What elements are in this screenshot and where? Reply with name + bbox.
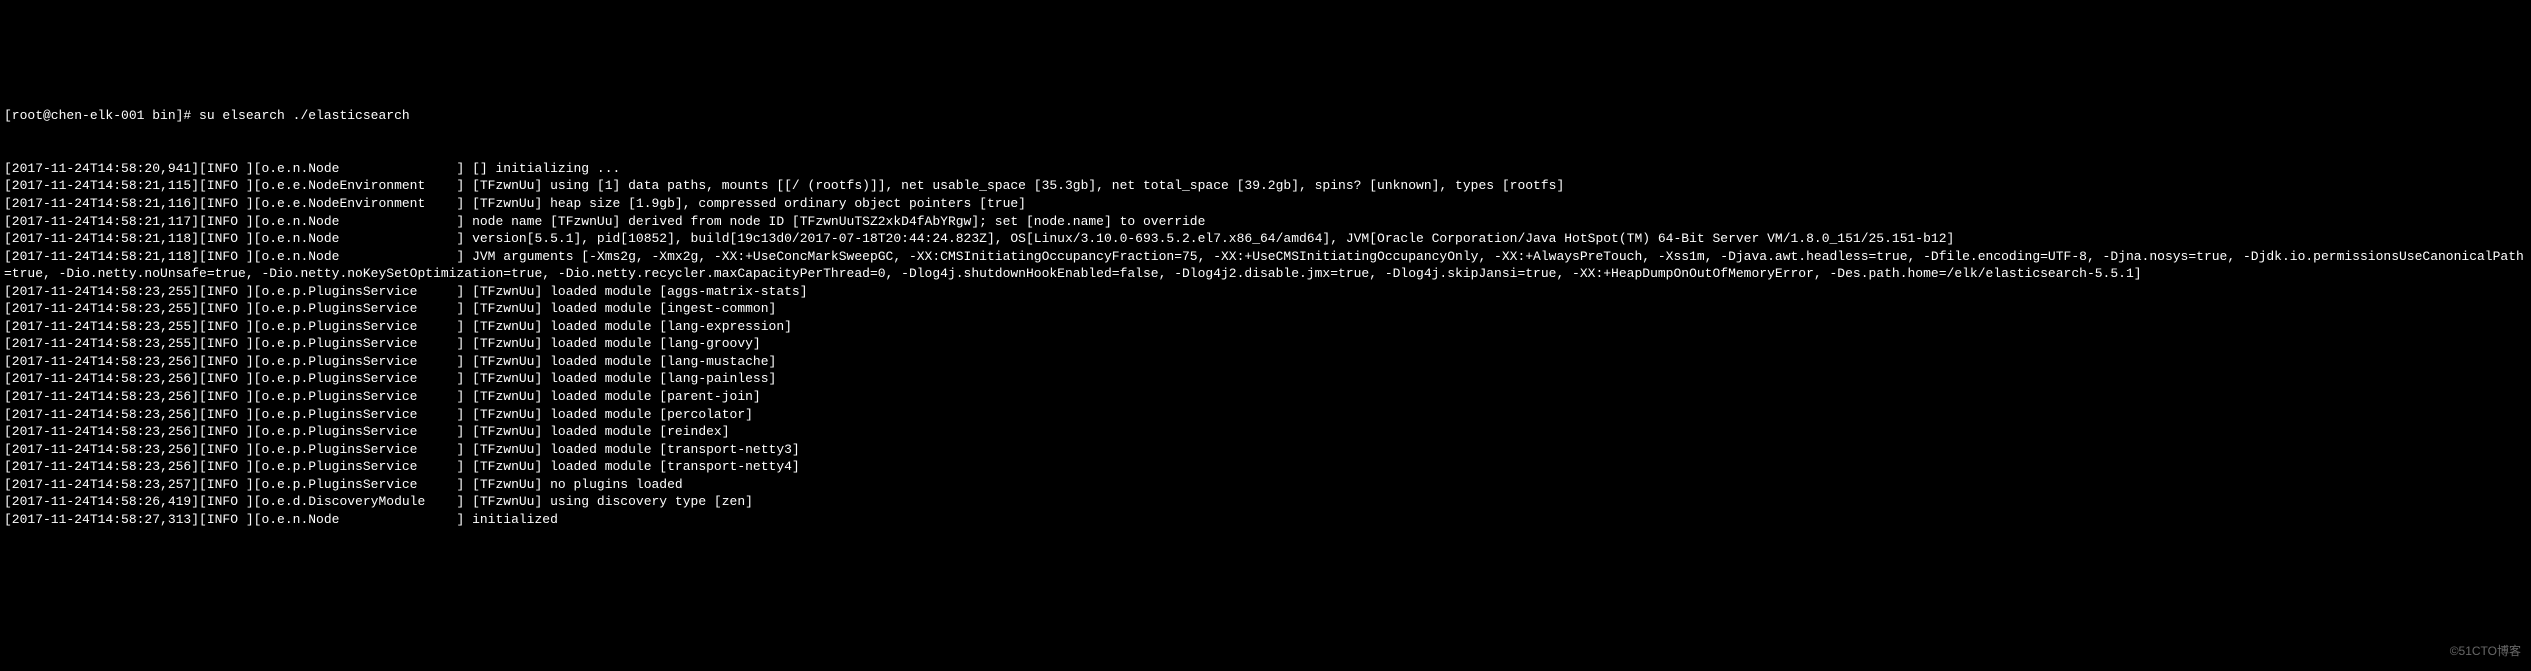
log-line: [2017-11-24T14:58:23,256][INFO ][o.e.p.P… [4,423,2527,441]
log-lines-container: [2017-11-24T14:58:20,941][INFO ][o.e.n.N… [4,160,2527,528]
log-line: [2017-11-24T14:58:23,256][INFO ][o.e.p.P… [4,458,2527,476]
log-line: [2017-11-24T14:58:23,256][INFO ][o.e.p.P… [4,370,2527,388]
terminal-output[interactable]: [root@chen-elk-001 bin]# su elsearch ./e… [4,72,2527,546]
log-line: [2017-11-24T14:58:21,118][INFO ][o.e.n.N… [4,248,2527,283]
log-line: [2017-11-24T14:58:23,255][INFO ][o.e.p.P… [4,300,2527,318]
log-line: [2017-11-24T14:58:21,117][INFO ][o.e.n.N… [4,213,2527,231]
log-line: [2017-11-24T14:58:23,255][INFO ][o.e.p.P… [4,318,2527,336]
log-line: [2017-11-24T14:58:23,256][INFO ][o.e.p.P… [4,353,2527,371]
shell-prompt-line: [root@chen-elk-001 bin]# su elsearch ./e… [4,107,2527,125]
log-line: [2017-11-24T14:58:23,256][INFO ][o.e.p.P… [4,441,2527,459]
log-line: [2017-11-24T14:58:21,118][INFO ][o.e.n.N… [4,230,2527,248]
log-line: [2017-11-24T14:58:27,313][INFO ][o.e.n.N… [4,511,2527,529]
log-line: [2017-11-24T14:58:23,255][INFO ][o.e.p.P… [4,283,2527,301]
log-line: [2017-11-24T14:58:21,115][INFO ][o.e.e.N… [4,177,2527,195]
log-line: [2017-11-24T14:58:21,116][INFO ][o.e.e.N… [4,195,2527,213]
log-line: [2017-11-24T14:58:23,257][INFO ][o.e.p.P… [4,476,2527,494]
log-line: [2017-11-24T14:58:23,256][INFO ][o.e.p.P… [4,388,2527,406]
log-line: [2017-11-24T14:58:23,255][INFO ][o.e.p.P… [4,335,2527,353]
watermark-text: ©51CTO博客 [2450,643,2521,659]
log-line: [2017-11-24T14:58:23,256][INFO ][o.e.p.P… [4,406,2527,424]
log-line: [2017-11-24T14:58:20,941][INFO ][o.e.n.N… [4,160,2527,178]
log-line: [2017-11-24T14:58:26,419][INFO ][o.e.d.D… [4,493,2527,511]
